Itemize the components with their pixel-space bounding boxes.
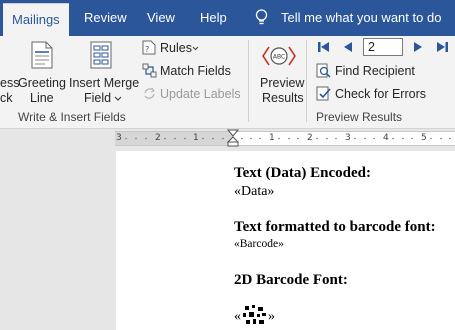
insert-merge-field-label-2: Field [84,91,112,105]
rules-label: Rules [160,41,192,55]
chevron-down-icon [192,46,199,51]
tab-help[interactable]: Help [200,0,227,36]
partial-label-1: ess [0,76,20,90]
greeting-line-label-2: Line [30,91,54,105]
document-heading-data: Text (Data) Encoded: [234,165,371,181]
last-record-icon[interactable] [436,41,448,53]
first-record-icon[interactable] [318,41,330,53]
group-separator [306,40,307,122]
update-labels-label: Update Labels [160,87,241,101]
tab-review[interactable]: Review [84,0,127,36]
greeting-line-label-1: Greeting [18,76,66,90]
document-heading-2d: 2D Barcode Font: [234,272,348,288]
tab-mailings[interactable]: Mailings [3,3,69,37]
tab-view[interactable]: View [147,0,175,36]
svg-text:ABC: ABC [273,54,285,61]
document-heading-barcode: Text formatted to barcode font: [234,219,436,235]
insert-merge-field-label-1: Insert Merge [69,76,140,90]
preview-results-icon: ABC [262,46,296,66]
record-number-input[interactable]: 2 [363,38,403,56]
find-recipient-icon [316,63,331,78]
check-for-errors-label: Check for Errors [335,87,426,101]
ruler-dots [125,137,451,140]
update-labels-icon [144,87,155,99]
chevron-down-icon [114,96,122,101]
match-fields-icon [142,63,157,78]
next-record-icon[interactable] [413,41,423,53]
greeting-line-icon [31,41,53,69]
horizontal-ruler[interactable]: 3 2 1 1 2 3 4 5 [0,129,455,147]
previous-record-icon[interactable] [343,41,353,53]
find-recipient-label: Find Recipient [335,64,415,78]
barcode-glyph-icon [243,305,266,324]
svg-text:?: ? [145,45,149,54]
lightbulb-icon [255,9,268,25]
indent-marker-icon[interactable] [227,129,239,147]
ruler-strip: 3 2 1 1 2 3 4 5 [115,131,455,146]
ribbon-mailings: ess ck Greeting Line Insert Merge Field [0,36,455,129]
check-for-errors-icon [316,86,331,101]
merge-field-barcode: «Barcode» [234,238,284,250]
group-separator [248,40,249,122]
group-label-preview-results: Preview Results [316,110,403,124]
record-number-value: 2 [368,40,375,54]
merge-field-data: «Data» [234,184,275,199]
ribbon-tab-bar: Mailings Review View Help Tell me what y… [0,0,455,37]
insert-merge-field-icon [90,41,112,69]
group-label-write-insert: Write & Insert Fields [18,110,126,124]
barcode-open-quote: « [234,309,241,324]
match-fields-label: Match Fields [160,64,231,78]
preview-results-label-2: Results [262,91,304,105]
preview-results-label-1: Preview [260,76,305,90]
rules-icon: ? [142,40,156,55]
partial-label-2: ck [0,91,13,105]
barcode-close-quote: » [268,309,275,324]
tell-me-search[interactable]: Tell me what you want to do [281,0,441,36]
